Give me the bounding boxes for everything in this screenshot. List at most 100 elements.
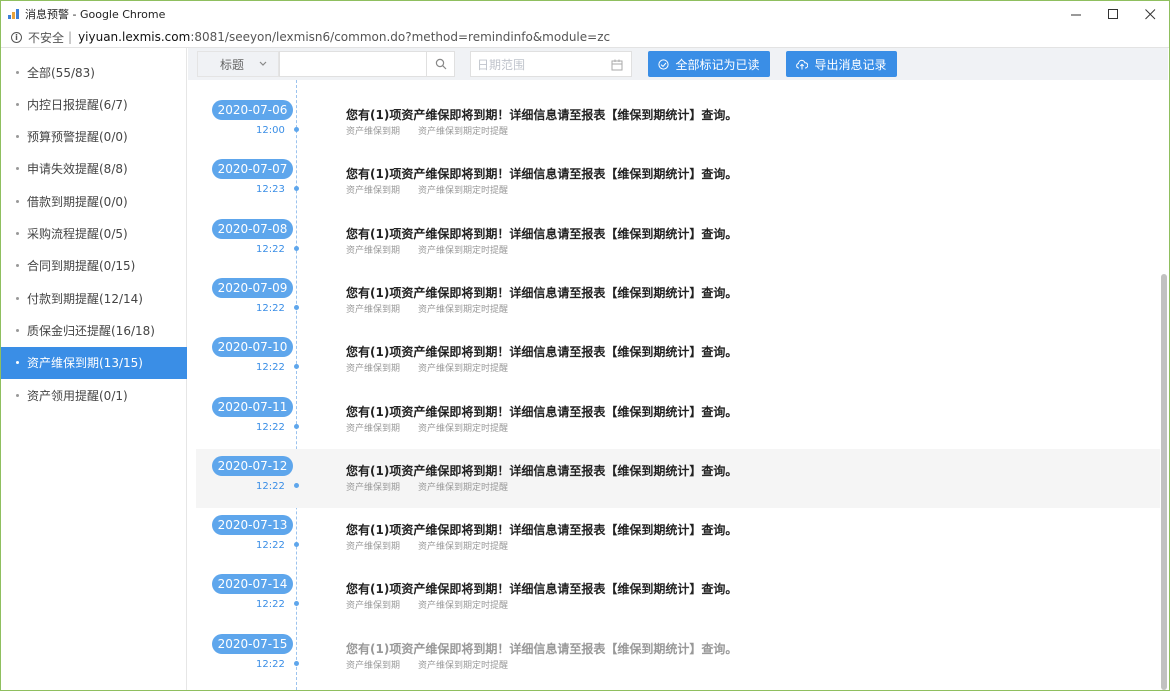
timeline-dot	[294, 304, 299, 310]
info-icon[interactable]: i	[11, 31, 22, 43]
message-title[interactable]: 您有(1)项资产维保即将到期！详细信息请至报表【维保到期统计】查询。	[346, 462, 737, 479]
timeline-row[interactable]: 2020-07-06 12:00 您有(1)项资产维保即将到期！详细信息请至报表【维…	[196, 93, 1160, 152]
message-category: 资产维保到期	[346, 245, 401, 256]
timeline-row[interactable]: 2020-07-07 12:23 您有(1)项资产维保即将到期！详细信息请至报表【维…	[196, 152, 1160, 211]
address-separator: |	[68, 30, 73, 44]
sidebar-item-label: 申请失效提醒(8/8)	[27, 162, 128, 177]
message-rule: 资产维保到期定时提醒	[418, 601, 509, 612]
timeline-row[interactable]: 2020-07-08 12:22 您有(1)项资产维保即将到期！详细信息请至报表【维…	[196, 212, 1160, 271]
message-time: 12:22	[256, 658, 285, 670]
mark-all-read-button[interactable]: 全部标记为已读	[648, 51, 770, 77]
message-title[interactable]: 您有(1)项资产维保即将到期！详细信息请至报表【维保到期统计】查询。	[346, 106, 737, 123]
sidebar-item-application-expiry[interactable]: 申请失效提醒(8/8)	[1, 153, 187, 185]
check-circle-icon	[658, 58, 670, 70]
message-title[interactable]: 您有(1)项资产维保即将到期！详细信息请至报表【维保到期统计】查询。	[346, 403, 737, 420]
minimize-button[interactable]	[1058, 1, 1095, 27]
message-time: 12:22	[256, 480, 285, 492]
bullet-icon	[16, 135, 19, 139]
message-time: 12:00	[256, 125, 285, 136]
date-badge: 2020-07-13	[212, 515, 293, 536]
category-sidebar: 全部(55/83) 内控日报提醒(6/7) 预算预警提醒(0/0) 申请失效提醒(8/…	[1, 48, 187, 690]
sidebar-item-loan-due[interactable]: 借款到期提醒(0/0)	[1, 185, 187, 217]
message-category: 资产维保到期	[346, 364, 401, 375]
date-range-placeholder: 日期范围	[477, 57, 526, 72]
bullet-icon	[16, 102, 19, 106]
maximize-button[interactable]	[1095, 1, 1132, 27]
date-badge: 2020-07-07	[212, 159, 293, 180]
message-time: 12:22	[256, 421, 285, 433]
message-meta: 资产维保到期 资产维保到期定时提醒	[346, 539, 508, 552]
sidebar-item-internal-daily[interactable]: 内控日报提醒(6/7)	[1, 88, 187, 120]
sidebar-item-label: 内控日报提醒(6/7)	[27, 97, 128, 112]
message-title[interactable]: 您有(1)项资产维保即将到期！详细信息请至报表【维保到期统计】查询。	[346, 284, 737, 301]
date-badge: 2020-07-12	[212, 455, 293, 476]
maximize-icon	[1108, 8, 1118, 19]
chevron-down-icon	[259, 61, 267, 66]
sidebar-item-label: 预算预警提醒(0/0)	[27, 130, 128, 145]
message-title[interactable]: 您有(1)项资产维保即将到期！详细信息请至报表【维保到期统计】查询。	[346, 225, 737, 242]
timeline-dot	[294, 127, 299, 132]
url-path: :8081/seeyon/lexmisn6/common.do?method=r…	[190, 30, 611, 44]
sidebar-item-asset-maintenance[interactable]: 资产维保到期(13/15)	[1, 346, 187, 379]
filter-toolbar: 标题 日期范围 全部标记为已读 导出消息记录	[188, 48, 1168, 80]
mark-all-read-label: 全部标记为已读	[675, 57, 760, 72]
timeline-row[interactable]: 2020-07-11 12:22 您有(1)项资产维保即将到期！详细信息请至报表【维…	[196, 390, 1160, 449]
message-title[interactable]: 您有(1)项资产维保即将到期！详细信息请至报表【维保到期统计】查询。	[346, 640, 737, 657]
timeline-dot	[294, 542, 299, 548]
sidebar-item-procurement-flow[interactable]: 采购流程提醒(0/5)	[1, 218, 187, 250]
message-title[interactable]: 您有(1)项资产维保即将到期！详细信息请至报表【维保到期统计】查询。	[346, 521, 737, 538]
timeline-row[interactable]: 2020-07-09 12:22 您有(1)项资产维保即将到期！详细信息请至报表【维…	[196, 271, 1160, 330]
search-icon	[435, 58, 446, 70]
field-select-value: 标题	[220, 57, 245, 72]
sidebar-item-all[interactable]: 全部(55/83)	[1, 56, 187, 88]
message-time: 12:22	[256, 302, 285, 314]
bullet-icon	[16, 199, 19, 203]
sidebar-item-label: 付款到期提醒(12/14)	[27, 291, 143, 306]
field-select[interactable]: 标题	[197, 51, 279, 77]
sidebar-item-payment-due[interactable]: 付款到期提醒(12/14)	[1, 282, 187, 314]
bullet-icon	[16, 296, 19, 300]
timeline-row[interactable]: 2020-07-10 12:22 您有(1)项资产维保即将到期！详细信息请至报表【维…	[196, 330, 1160, 389]
date-range-input[interactable]: 日期范围	[470, 51, 632, 77]
message-meta: 资产维保到期 资产维保到期定时提醒	[346, 124, 508, 137]
sidebar-item-budget-warning[interactable]: 预算预警提醒(0/0)	[1, 121, 187, 153]
timeline-row[interactable]: 2020-07-13 12:22 您有(1)项资产维保即将到期！详细信息请至报表【维…	[196, 508, 1160, 567]
date-badge: 2020-07-15	[212, 633, 293, 654]
message-category: 资产维保到期	[346, 186, 401, 197]
message-time: 12:22	[256, 362, 285, 374]
cloud-upload-icon	[796, 59, 809, 69]
message-meta: 资产维保到期 资产维保到期定时提醒	[346, 302, 508, 315]
message-meta: 资产维保到期 资产维保到期定时提醒	[346, 421, 508, 434]
date-badge: 2020-07-10	[212, 337, 293, 358]
message-category: 资产维保到期	[346, 423, 401, 434]
timeline-row[interactable]: 2020-07-12 12:22 您有(1)项资产维保即将到期！详细信息请至报表【维…	[196, 448, 1160, 508]
message-title[interactable]: 您有(1)项资产维保即将到期！详细信息请至报表【维保到期统计】查询。	[346, 580, 737, 597]
export-button[interactable]: 导出消息记录	[786, 51, 897, 77]
date-badge: 2020-07-11	[212, 396, 293, 417]
close-button[interactable]	[1132, 1, 1169, 27]
vertical-scrollbar[interactable]	[1160, 80, 1168, 690]
timeline-dot	[294, 364, 299, 370]
message-timeline: 2020-07-06 12:00 您有(1)项资产维保即将到期！详细信息请至报表【维…	[196, 80, 1160, 690]
bullet-icon	[16, 393, 19, 397]
address-bar[interactable]: i 不安全 | yiyuan.lexmis.com:8081/seeyon/le…	[1, 27, 1169, 48]
message-category: 资产维保到期	[346, 542, 401, 553]
sidebar-item-contract-due[interactable]: 合同到期提醒(0/15)	[1, 250, 187, 282]
timeline-row[interactable]: 2020-07-15 12:22 您有(1)项资产维保即将到期！详细信息请至报表【维…	[196, 627, 1160, 686]
security-label: 不安全	[28, 30, 65, 45]
message-title[interactable]: 您有(1)项资产维保即将到期！详细信息请至报表【维保到期统计】查询。	[346, 343, 737, 360]
sidebar-item-asset-requisition[interactable]: 资产领用提醒(0/1)	[1, 379, 187, 411]
message-rule: 资产维保到期定时提醒	[418, 186, 509, 197]
search-input[interactable]	[279, 51, 427, 77]
timeline-dot	[294, 660, 299, 666]
sidebar-item-label: 合同到期提醒(0/15)	[27, 259, 136, 274]
timeline-row[interactable]: 2020-07-14 12:22 您有(1)项资产维保即将到期！详细信息请至报表【维…	[196, 567, 1160, 626]
scrollbar-thumb[interactable]	[1161, 274, 1167, 690]
message-time: 12:22	[256, 599, 285, 611]
search-button[interactable]	[427, 51, 455, 77]
message-rule: 资产维保到期定时提醒	[418, 245, 509, 256]
timeline-dot	[294, 482, 299, 488]
message-title[interactable]: 您有(1)项资产维保即将到期！详细信息请至报表【维保到期统计】查询。	[346, 165, 737, 182]
message-rule: 资产维保到期定时提醒	[418, 127, 509, 137]
sidebar-item-warranty-deposit[interactable]: 质保金归还提醒(16/18)	[1, 314, 187, 346]
